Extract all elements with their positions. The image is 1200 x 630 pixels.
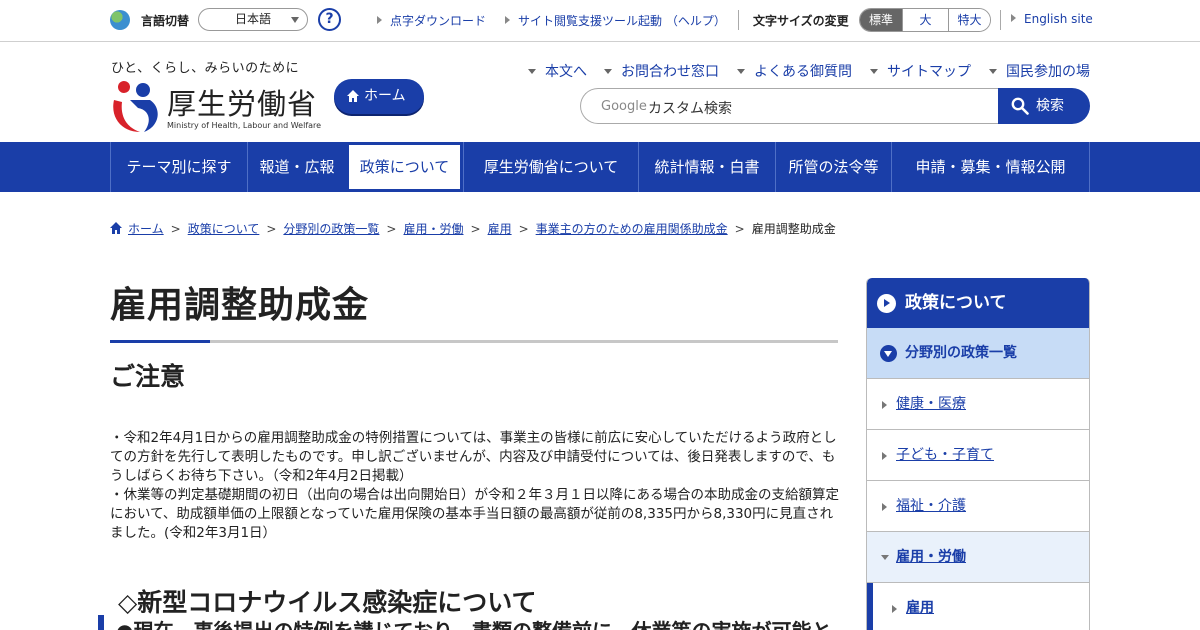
utility-bar: 言語切替 日本語 ? 点字ダウンロード サイト閲覧支援ツール起動 （ヘルプ） 文… bbox=[0, 0, 1200, 42]
gnav-item-themes[interactable]: テーマ別に探す bbox=[110, 142, 247, 192]
breadcrumb-separator: > bbox=[518, 222, 529, 236]
sitemap-link[interactable]: サイトマップ bbox=[870, 61, 971, 81]
public-participation-link[interactable]: 国民参加の場 bbox=[989, 61, 1090, 81]
ministry-english-name: Ministry of Health, Labour and Welfare bbox=[167, 121, 322, 130]
chevron-right-icon bbox=[882, 401, 887, 409]
gnav-item-policy[interactable]: 政策について bbox=[346, 142, 463, 192]
divider bbox=[738, 10, 739, 30]
side-item-welfare[interactable]: 福祉・介護 bbox=[867, 481, 1089, 532]
breadcrumb-employment[interactable]: 雇用 bbox=[488, 222, 512, 236]
side-nav-policy-list[interactable]: 分野別の政策一覧 bbox=[867, 328, 1089, 379]
google-brand: Google bbox=[601, 99, 647, 114]
breadcrumb-current: 雇用調整助成金 bbox=[751, 222, 836, 236]
chevron-down-icon bbox=[604, 69, 612, 74]
gnav-item-laws[interactable]: 所管の法令等 bbox=[775, 142, 891, 192]
breadcrumb-policy-list[interactable]: 分野別の政策一覧 bbox=[283, 222, 379, 236]
chevron-right-icon bbox=[882, 452, 887, 460]
side-item-children[interactable]: 子ども・子育て bbox=[867, 430, 1089, 481]
gnav-item-applications[interactable]: 申請・募集・情報公開 bbox=[891, 142, 1090, 192]
notice-body: ・令和2年4月1日からの雇用調整助成金の特例措置については、事業主の皆様に前広に… bbox=[110, 429, 840, 543]
breadcrumb-separator: > bbox=[470, 222, 481, 236]
chevron-down-icon bbox=[291, 17, 299, 23]
breadcrumb-employment-labour[interactable]: 雇用・労働 bbox=[403, 222, 463, 236]
chevron-right-icon bbox=[882, 503, 887, 511]
contact-link[interactable]: お問合わせ窓口 bbox=[604, 61, 719, 81]
breadcrumb-separator: > bbox=[266, 222, 277, 236]
breadcrumb: ホーム > 政策について > 分野別の政策一覧 > 雇用・労働 > 雇用 > 事業主の方のための雇用… bbox=[110, 220, 836, 237]
divider bbox=[1000, 10, 1001, 30]
english-site-link[interactable]: English site bbox=[1011, 12, 1093, 26]
gnav-item-about-ministry[interactable]: 厚生労働省について bbox=[463, 142, 638, 192]
chevron-down-icon bbox=[528, 69, 536, 74]
ministry-name: 厚生労働省 bbox=[167, 87, 318, 121]
chevron-down-icon bbox=[989, 69, 997, 74]
covid-heading: ◇新型コロナウイルス感染症について bbox=[118, 588, 537, 617]
font-size-switcher: 標準 大 特大 bbox=[859, 8, 991, 32]
chevron-right-icon bbox=[505, 16, 510, 24]
home-icon bbox=[110, 222, 122, 234]
language-value: 日本語 bbox=[235, 12, 272, 26]
chevron-right-icon bbox=[1011, 14, 1016, 22]
notice-paragraph: ・令和2年4月1日からの雇用調整助成金の特例措置については、事業主の皆様に前広に… bbox=[110, 430, 837, 484]
faq-link[interactable]: よくある御質問 bbox=[737, 61, 852, 81]
tagline: ひと、くらし、みらいのために bbox=[111, 61, 300, 76]
breadcrumb-separator: > bbox=[170, 222, 181, 236]
language-label: 言語切替 bbox=[141, 14, 190, 28]
globe-icon bbox=[110, 10, 130, 30]
covid-bullet-text: ●現在、事後提出の特例を講じており、書類の整備前に、休業等の実施が可能と bbox=[116, 615, 831, 630]
breadcrumb-separator: > bbox=[386, 222, 397, 236]
active-indicator bbox=[867, 583, 873, 630]
side-nav-heading[interactable]: 政策について bbox=[867, 278, 1089, 328]
skip-to-content-link[interactable]: 本文へ bbox=[528, 61, 587, 81]
help-button[interactable]: ? bbox=[318, 8, 341, 31]
gnav-item-statistics[interactable]: 統計情報・白書 bbox=[638, 142, 775, 192]
accessibility-tool-link[interactable]: サイト閲覧支援ツール起動 （ヘルプ） bbox=[505, 12, 726, 29]
gnav-item-press[interactable]: 報道・広報 bbox=[247, 142, 346, 192]
side-item-employment-labour[interactable]: 雇用・労働 bbox=[867, 532, 1089, 583]
arrow-down-circle-icon bbox=[880, 345, 897, 362]
page-title: 雇用調整助成金 bbox=[110, 285, 370, 326]
braille-download-link[interactable]: 点字ダウンロード bbox=[377, 12, 486, 29]
breadcrumb-separator: > bbox=[734, 222, 745, 236]
font-size-xlarge-button[interactable]: 特大 bbox=[948, 9, 990, 31]
title-divider bbox=[110, 340, 838, 343]
breadcrumb-employer-subsidies[interactable]: 事業主の方のための雇用関係助成金 bbox=[536, 222, 728, 236]
search-button[interactable]: 検索 bbox=[998, 88, 1090, 124]
global-nav: テーマ別に探す 報道・広報 政策について 厚生労働省について 統計情報・白書 所… bbox=[0, 142, 1200, 192]
title-divider-accent bbox=[110, 340, 210, 343]
language-select[interactable]: 日本語 bbox=[198, 8, 308, 31]
ministry-logo[interactable] bbox=[110, 78, 162, 134]
chevron-down-icon bbox=[737, 69, 745, 74]
home-button[interactable]: ホーム bbox=[334, 79, 424, 114]
chevron-right-icon bbox=[377, 16, 382, 24]
arrow-circle-icon bbox=[877, 294, 896, 313]
breadcrumb-home[interactable]: ホーム bbox=[128, 222, 164, 236]
covid-accent-bar bbox=[98, 615, 104, 630]
breadcrumb-policy[interactable]: 政策について bbox=[188, 222, 260, 236]
side-nav: 政策について 分野別の政策一覧 健康・医療 子ども・子育て 福祉・介護 雇用・労… bbox=[866, 278, 1090, 630]
notice-heading: ご注意 bbox=[110, 362, 186, 391]
font-size-label: 文字サイズの変更 bbox=[753, 14, 849, 28]
search-input[interactable]: Google カスタム検索 bbox=[580, 88, 1000, 124]
font-size-standard-button[interactable]: 標準 bbox=[860, 9, 902, 31]
font-size-large-button[interactable]: 大 bbox=[902, 9, 948, 31]
home-icon bbox=[347, 90, 359, 102]
chevron-down-icon bbox=[881, 555, 889, 560]
side-item-health[interactable]: 健康・医療 bbox=[867, 379, 1089, 430]
side-item-employment[interactable]: 雇用 bbox=[867, 583, 1089, 630]
notice-paragraph: ・休業等の判定基礎期間の初日（出向の場合は出向開始日）が令和２年３月１日以降にあ… bbox=[110, 487, 839, 541]
chevron-down-icon bbox=[870, 69, 878, 74]
chevron-right-icon bbox=[892, 605, 897, 613]
search-icon bbox=[1011, 97, 1029, 115]
search-placeholder: カスタム検索 bbox=[648, 101, 732, 117]
